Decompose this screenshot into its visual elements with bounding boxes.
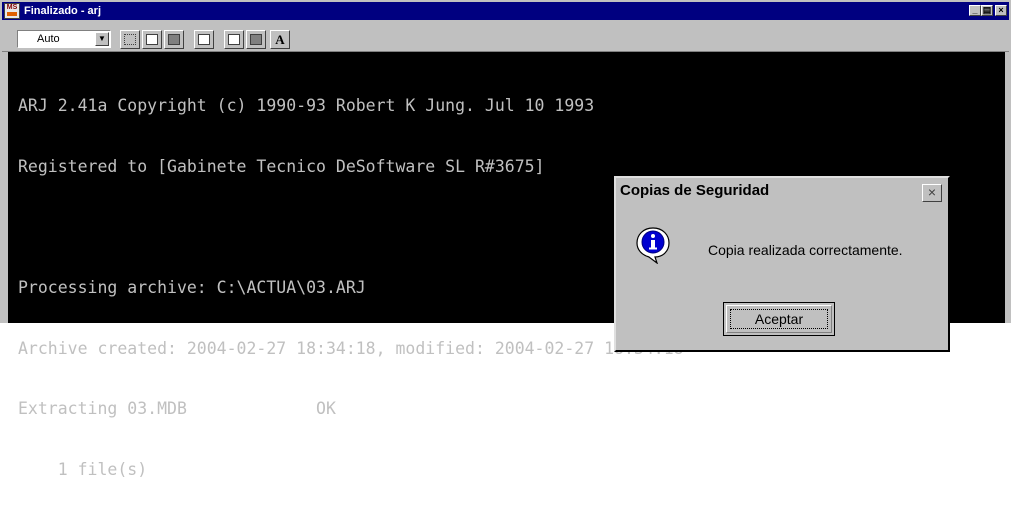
dialog-title: Copias de Seguridad	[620, 182, 770, 199]
console-line: ARJ 2.41a Copyright (c) 1990-93 Robert K…	[18, 96, 595, 116]
window-title: Finalizado - arj	[24, 5, 102, 17]
console-line: 1 file(s)	[18, 459, 148, 479]
background-button[interactable]	[246, 30, 266, 49]
accept-button[interactable]: Aceptar	[723, 302, 835, 336]
restore-button[interactable]: ▤	[981, 5, 993, 16]
background-icon	[250, 34, 262, 45]
font-size-select[interactable]: Auto ▼	[17, 30, 111, 48]
console-line: Registered to [Gabinete Tecnico DeSoftwa…	[18, 157, 545, 176]
dialog-message: Copia realizada correctamente.	[708, 242, 903, 258]
copy-button[interactable]	[142, 30, 162, 49]
title-bar[interactable]: MS Finalizado - arj _ ▤ ×	[2, 2, 1009, 20]
chevron-down-icon[interactable]: ▼	[95, 32, 109, 46]
dialog-close-button[interactable]: ×	[922, 184, 942, 202]
message-dialog: Copias de Seguridad × Copia realizada co…	[614, 176, 950, 352]
mark-button[interactable]	[120, 30, 140, 49]
accept-button-label: Aceptar	[730, 309, 828, 329]
font-button[interactable]: A	[270, 30, 290, 49]
fullscreen-icon	[198, 34, 210, 45]
toolbar: Auto ▼ A	[2, 21, 1009, 52]
close-button[interactable]: ×	[995, 5, 1007, 16]
copy-icon	[146, 34, 158, 45]
mark-icon	[124, 34, 136, 45]
fullscreen-button[interactable]	[194, 30, 214, 49]
properties-button[interactable]	[224, 30, 244, 49]
console-line: Extracting 03.MDB OK	[18, 399, 336, 419]
font-size-value: Auto	[37, 33, 60, 45]
msdos-app-icon[interactable]: MS	[4, 3, 20, 19]
info-icon	[636, 227, 670, 264]
paste-button[interactable]	[164, 30, 184, 49]
minimize-button[interactable]: _	[969, 5, 981, 16]
properties-icon	[228, 34, 240, 45]
paste-icon	[168, 34, 180, 45]
